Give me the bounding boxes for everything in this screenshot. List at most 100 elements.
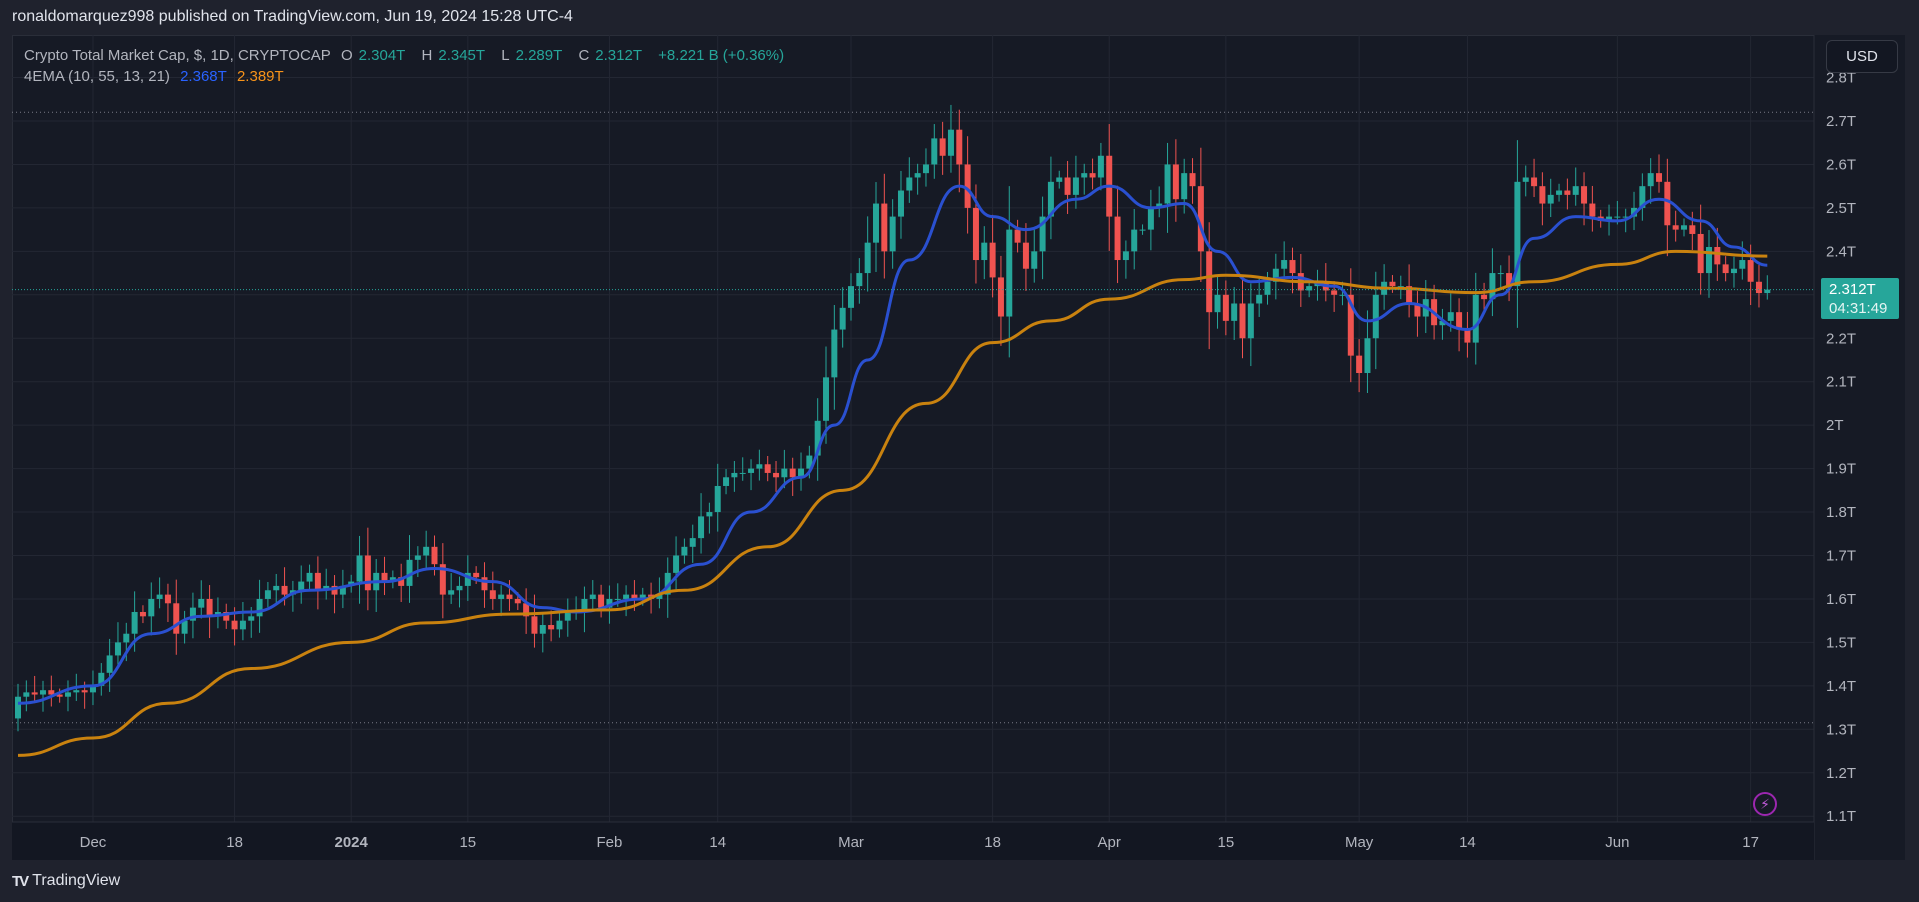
candle-down xyxy=(1464,311,1471,358)
candle-down xyxy=(548,610,555,642)
candle-up xyxy=(181,610,188,644)
price-chart[interactable]: 2.8T2.7T2.6T2.5T2.4T2.3T2.2T2.1T2T1.9T1.… xyxy=(12,35,1905,860)
candle-body xyxy=(1581,186,1588,204)
candle-body xyxy=(1522,177,1529,182)
candle-down xyxy=(881,173,888,279)
candle-body xyxy=(897,190,904,217)
candle-up xyxy=(864,216,871,292)
candle-body xyxy=(1222,294,1229,321)
candle-down xyxy=(1589,185,1596,232)
candle-body xyxy=(81,690,88,693)
candle-up xyxy=(1139,224,1146,235)
candle-body xyxy=(1464,329,1471,343)
candle-body xyxy=(1139,229,1146,231)
candle-body xyxy=(723,477,730,486)
candle-body xyxy=(548,625,555,630)
candle-body xyxy=(681,546,688,556)
lightning-icon[interactable]: ⚡ xyxy=(1753,792,1777,816)
candle-body xyxy=(423,546,430,556)
price-axis-label: 2.6T xyxy=(1826,156,1856,173)
candle-body xyxy=(1281,260,1288,269)
candle-body xyxy=(1122,251,1129,261)
symbol-title[interactable]: Crypto Total Market Cap, $, 1D, CRYPTOCA… xyxy=(24,47,331,64)
candle-body xyxy=(698,516,705,539)
candle-down xyxy=(531,594,538,648)
candle-body xyxy=(589,594,596,599)
candle-up xyxy=(98,663,105,696)
candle-down xyxy=(1656,154,1663,193)
close-value: 2.312T xyxy=(595,47,642,64)
candle-down xyxy=(1456,298,1463,352)
candle-up xyxy=(306,564,313,590)
price-axis-label: 1.2T xyxy=(1826,765,1856,782)
candle-body xyxy=(131,611,138,634)
candle-body xyxy=(714,485,721,513)
candle-body xyxy=(256,598,263,617)
candle-up xyxy=(889,199,896,269)
candle-body xyxy=(1589,203,1596,217)
change-value: +8.221 B (+0.36%) xyxy=(658,47,785,64)
candle-down xyxy=(1755,264,1762,308)
candle-down xyxy=(1239,275,1246,359)
candle-body xyxy=(848,286,854,308)
footer-brand-name: TradingView xyxy=(32,872,121,889)
candle-down xyxy=(1389,275,1396,293)
candle-up xyxy=(564,598,571,637)
candle-up xyxy=(1522,165,1529,197)
candle-up xyxy=(15,683,21,732)
candle-body xyxy=(1081,173,1088,178)
candle-up xyxy=(1214,275,1221,329)
candle-body xyxy=(448,590,455,595)
ema-slow-value: 2.389T xyxy=(236,68,284,85)
candle-down xyxy=(1197,147,1204,282)
candle-body xyxy=(748,468,755,473)
candle-up xyxy=(1006,186,1013,358)
candle-body xyxy=(1214,294,1221,313)
candle-body xyxy=(281,585,288,595)
candle-body xyxy=(856,273,863,287)
candle-down xyxy=(1014,219,1021,253)
candle-body xyxy=(773,472,780,478)
candle-body xyxy=(831,329,838,378)
candle-body xyxy=(431,546,438,565)
candle-up xyxy=(1147,189,1154,251)
candle-body xyxy=(839,307,846,330)
candle-body xyxy=(1447,312,1454,321)
candle-up xyxy=(1547,178,1554,218)
candle-up xyxy=(1764,275,1771,300)
candle-body xyxy=(1089,173,1096,178)
candle-up xyxy=(339,569,346,609)
candle-up xyxy=(706,502,713,534)
candle-body xyxy=(1006,229,1013,317)
candle-body xyxy=(1022,242,1029,269)
time-axis-label: 18 xyxy=(226,834,243,851)
indicator-title[interactable]: 4EMA (10, 55, 13, 21) xyxy=(24,68,170,85)
candle-body xyxy=(1747,260,1754,282)
price-axis-label: 2.4T xyxy=(1826,243,1856,260)
time-axis-label: Apr xyxy=(1098,834,1121,851)
candle-up xyxy=(1472,272,1479,365)
candle-body xyxy=(731,472,738,478)
currency-button[interactable]: USD xyxy=(1826,40,1898,73)
candle-body xyxy=(1356,355,1363,374)
time-axis-label: 15 xyxy=(459,834,476,851)
candle-down xyxy=(1664,158,1671,257)
footer-brand[interactable]: TV TradingView xyxy=(12,872,120,890)
candle-body xyxy=(739,472,746,474)
candle-body xyxy=(1364,338,1371,374)
candle-up xyxy=(1439,308,1446,340)
price-axis-label: 1.4T xyxy=(1826,678,1856,695)
candle-up xyxy=(423,530,430,569)
candle-up xyxy=(1705,230,1712,298)
indicator-legend: 4EMA (10, 55, 13, 21) 2.368T 2.389T xyxy=(24,66,790,87)
candle-up xyxy=(1256,278,1263,317)
candle-down xyxy=(1564,178,1571,210)
candle-up xyxy=(1156,186,1163,218)
candle-body xyxy=(756,464,763,469)
candle-up xyxy=(23,680,30,712)
last-price-tag: 2.312T 04:31:49 xyxy=(1821,278,1899,319)
candle-down xyxy=(997,255,1004,346)
candle-up xyxy=(289,580,296,612)
candle-body xyxy=(864,242,871,274)
candle-up xyxy=(848,273,854,321)
